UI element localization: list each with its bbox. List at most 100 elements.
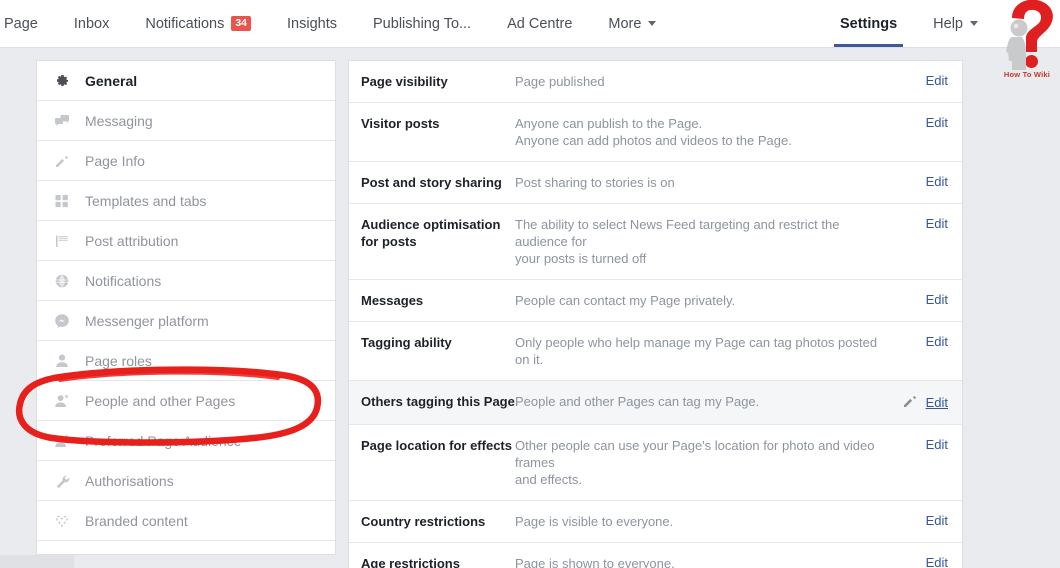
nav-tab-label: Inbox: [73, 15, 110, 32]
setting-label: Others tagging this Page: [361, 394, 515, 409]
nav-tab-label: Page: [4, 15, 38, 32]
top-navigation-bar: Page Inbox Notifications 34 Insights Publishi…: [0, 0, 1060, 79]
sidebar-item-notifications[interactable]: Notifications: [37, 261, 335, 301]
horizontal-scrollbar-thumb[interactable]: [0, 555, 74, 568]
chevron-down-icon: [648, 21, 657, 26]
edit-link[interactable]: Edit: [896, 216, 962, 231]
setting-value-line: Page is visible to everyone.: [515, 514, 674, 529]
nav-tab-label: Publishing To...: [373, 15, 472, 32]
sidebar-item-label: People and other Pages: [85, 392, 236, 409]
sidebar-item-authorisations[interactable]: Authorisations: [37, 461, 335, 501]
setting-value-line: Page is shown to everyone.: [515, 556, 675, 568]
edit-link[interactable]: Edit: [896, 555, 962, 568]
nav-tab-label: Insights: [287, 15, 338, 32]
edit-link[interactable]: Edit: [896, 513, 962, 528]
sidebar-item-label: Branded content: [85, 512, 188, 529]
nav-tab-label: Settings: [839, 15, 898, 32]
person-star-icon: [51, 432, 73, 450]
table-row[interactable]: Messages People can contact my Page priva…: [349, 280, 962, 322]
grid-squares-icon: [51, 192, 73, 210]
table-row[interactable]: Audience optimisation for posts The abili…: [349, 204, 962, 280]
table-row[interactable]: Post and story sharing Post sharing to st…: [349, 162, 962, 204]
sidebar-item-templates-and-tabs[interactable]: Templates and tabs: [37, 181, 335, 221]
table-row[interactable]: Visitor posts Anyone can publish to the P…: [349, 103, 962, 162]
setting-value: People can contact my Page privately.: [515, 292, 896, 309]
sidebar-item-label: Templates and tabs: [85, 192, 207, 209]
sidebar-item-label: Notifications: [85, 272, 162, 289]
edit-link[interactable]: Edit: [896, 73, 962, 88]
branded-content-icon: [51, 512, 73, 530]
sidebar-item-people-and-other-pages[interactable]: People and other Pages: [37, 381, 335, 421]
table-row[interactable]: Age restrictions Page is shown to everyon…: [349, 543, 962, 568]
nav-tab-label: Ad Centre: [507, 15, 573, 32]
pencil-icon[interactable]: [902, 393, 918, 412]
sidebar-item-post-attribution[interactable]: Post attribution: [37, 221, 335, 261]
app-root: Page Inbox Notifications 34 Insights Publishi…: [0, 0, 1060, 568]
setting-value-line: The ability to select News Feed targetin…: [515, 217, 840, 249]
edit-link[interactable]: Edit: [896, 437, 962, 452]
setting-label: Page location for effects: [361, 438, 512, 453]
setting-value: Only people who help manage my Page can …: [515, 334, 896, 368]
setting-label: Tagging ability: [361, 335, 452, 350]
table-row[interactable]: Page visibility Page published Edit: [349, 61, 962, 103]
nav-tab-inbox[interactable]: Inbox: [56, 0, 127, 47]
setting-value: Page is shown to everyone.: [515, 555, 896, 568]
edit-link[interactable]: Edit: [896, 174, 962, 189]
setting-value: People and other Pages can tag my Page.: [515, 393, 896, 410]
nav-tab-page[interactable]: Page: [0, 0, 56, 47]
table-row[interactable]: Page location for effects Other people ca…: [349, 425, 962, 501]
page-nav-tabs: Page Inbox Notifications 34 Insights Publishi…: [0, 0, 674, 47]
edit-link-label: Edit: [925, 334, 948, 349]
setting-value-line: and effects.: [515, 472, 582, 487]
setting-value-line: People and other Pages can tag my Page.: [515, 394, 760, 409]
setting-label: Messages: [361, 293, 424, 308]
setting-value-line: Anyone can publish to the Page.: [515, 116, 703, 131]
sidebar-item-messenger-platform[interactable]: Messenger platform: [37, 301, 335, 341]
table-row[interactable]: Others tagging this Page People and other…: [349, 381, 962, 425]
chat-bubbles-icon: [51, 112, 73, 130]
edit-link[interactable]: Edit: [896, 115, 962, 130]
pencil-icon: [51, 152, 73, 170]
sidebar-item-label: Post attribution: [85, 232, 179, 249]
sidebar-item-branded-content[interactable]: Branded content: [37, 501, 335, 541]
sidebar-item-messaging[interactable]: Messaging: [37, 101, 335, 141]
edit-link-label: Edit: [925, 115, 948, 130]
globe-icon: [51, 272, 73, 290]
nav-tab-more[interactable]: More: [590, 0, 674, 47]
edit-link-label: Edit: [925, 174, 948, 189]
setting-value: Page published: [515, 73, 896, 90]
sidebar-item-general[interactable]: General: [37, 61, 335, 101]
notifications-badge: 34: [231, 16, 252, 31]
person-star-icon: [51, 392, 73, 410]
setting-value: Other people can use your Page's locatio…: [515, 437, 896, 488]
table-row[interactable]: Country restrictions Page is visible to e…: [349, 501, 962, 543]
edit-link-label: Edit: [925, 292, 948, 307]
sidebar-item-label: Page Info: [85, 152, 145, 169]
chevron-down-icon: [970, 21, 978, 26]
nav-tab-help[interactable]: Help: [915, 0, 996, 47]
setting-value-line: your posts is turned off: [515, 251, 647, 266]
nav-tab-settings[interactable]: Settings: [822, 0, 915, 47]
sidebar-item-page-roles[interactable]: Page roles: [37, 341, 335, 381]
sidebar-item-preferred-page-audience[interactable]: Preferred Page Audience: [37, 421, 335, 461]
edit-link[interactable]: Edit: [896, 393, 962, 412]
setting-value-line: Post sharing to stories is on: [515, 175, 675, 190]
messenger-icon: [51, 312, 73, 330]
table-row[interactable]: Tagging ability Only people who help mana…: [349, 322, 962, 381]
setting-value-line: Other people can use your Page's locatio…: [515, 438, 875, 470]
edit-link[interactable]: Edit: [896, 292, 962, 307]
nav-tab-notifications[interactable]: Notifications 34: [127, 0, 269, 47]
edit-link-label: Edit: [925, 437, 948, 452]
gear-icon: [51, 72, 73, 90]
nav-tab-insights[interactable]: Insights: [269, 0, 355, 47]
sidebar-item-label: Messaging: [85, 112, 153, 129]
nav-tab-label: More: [608, 15, 642, 32]
edit-link-label: Edit: [925, 73, 948, 88]
nav-tab-publishing-to[interactable]: Publishing To...: [355, 0, 489, 47]
sidebar-item-page-info[interactable]: Page Info: [37, 141, 335, 181]
setting-value: Anyone can publish to the Page. Anyone ca…: [515, 115, 896, 149]
setting-value-line: Anyone can add photos and videos to the …: [515, 133, 792, 148]
edit-link[interactable]: Edit: [896, 334, 962, 349]
nav-tab-ad-centre[interactable]: Ad Centre: [489, 0, 590, 47]
setting-value: The ability to select News Feed targetin…: [515, 216, 896, 267]
